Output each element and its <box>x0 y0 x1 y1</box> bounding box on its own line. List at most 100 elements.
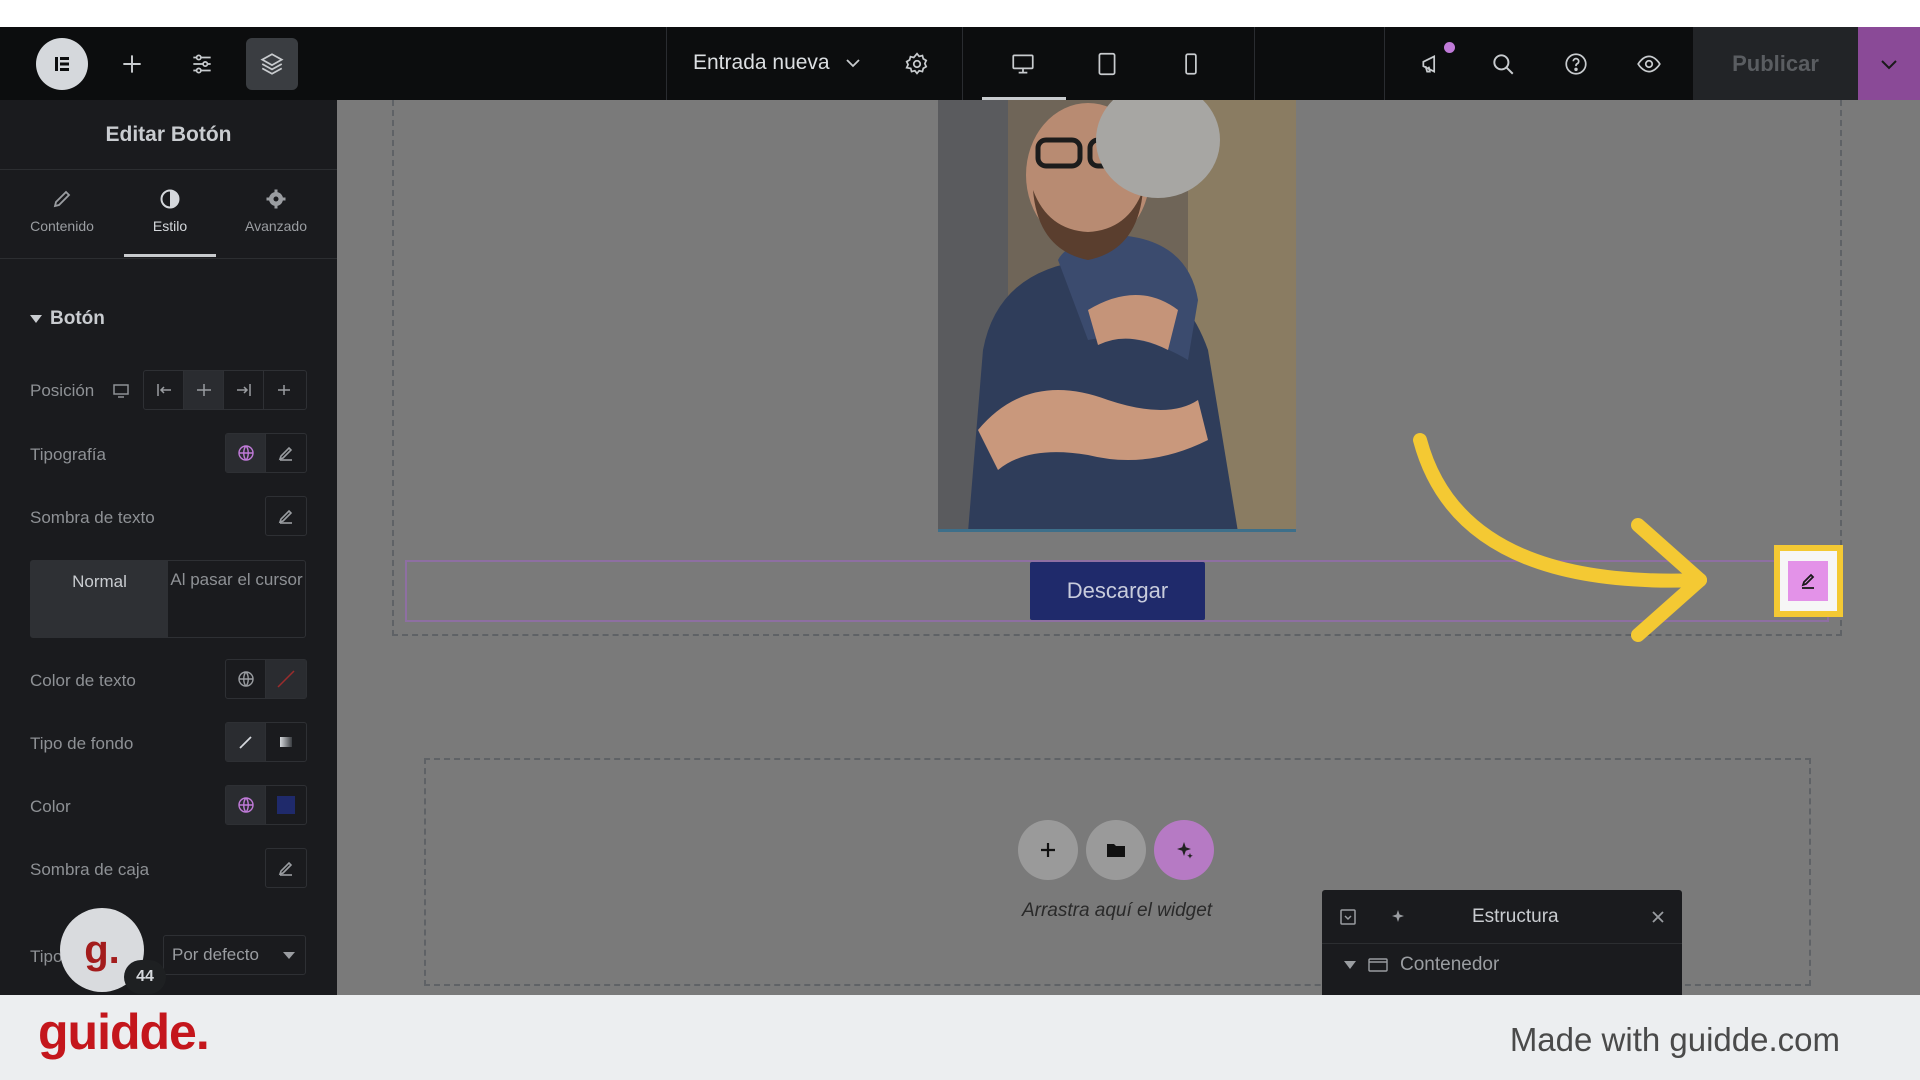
state-hover-tab[interactable]: Al pasar el cursor <box>168 561 305 637</box>
container-icon <box>1368 958 1388 972</box>
collapse-structure-icon[interactable] <box>1338 907 1358 932</box>
box-shadow-control <box>265 848 307 888</box>
color-swatch[interactable] <box>266 786 306 824</box>
plus-icon <box>1041 843 1055 857</box>
position-label-text: Posición <box>30 381 95 400</box>
descargar-button[interactable]: Descargar <box>1030 562 1205 620</box>
mobile-view-icon[interactable] <box>1172 45 1210 83</box>
active-tab-indicator <box>124 254 216 257</box>
caret-down-icon <box>1344 961 1356 969</box>
gradient-icon[interactable] <box>266 723 306 761</box>
typography-control <box>225 433 307 473</box>
position-label: Posición <box>30 381 94 401</box>
edit-widget-button[interactable] <box>1788 561 1828 601</box>
contrast-icon <box>160 189 180 209</box>
global-globe-icon[interactable] <box>226 660 266 698</box>
add-template-button[interactable] <box>1086 820 1146 880</box>
align-start-icon[interactable] <box>144 371 184 409</box>
color-control <box>225 785 307 825</box>
global-globe-icon[interactable] <box>226 786 266 824</box>
sparkle-icon <box>1177 842 1193 859</box>
structure-panel: Estructura Contenedor <box>1322 890 1682 995</box>
gear-icon <box>266 189 286 209</box>
notification-dot <box>1444 42 1455 53</box>
panel-title: Editar Botón <box>0 100 337 170</box>
text-color-control <box>225 659 307 699</box>
site-settings-icon[interactable] <box>183 45 221 83</box>
document-title[interactable]: Entrada nueva <box>693 51 862 75</box>
align-center-icon[interactable] <box>184 371 224 409</box>
align-stretch-icon[interactable] <box>264 371 304 409</box>
global-globe-icon[interactable] <box>226 434 266 472</box>
position-alignment-control <box>143 370 307 410</box>
add-section-button[interactable] <box>1018 820 1078 880</box>
tab-label: Avanzado <box>244 218 307 234</box>
pencil-icon <box>53 190 71 208</box>
page-settings-gear-icon[interactable] <box>898 45 936 83</box>
drop-zone-hint: Arrastra aquí el widget <box>1021 900 1213 921</box>
align-end-icon[interactable] <box>224 371 264 409</box>
structure-title: Estructura <box>1472 906 1559 927</box>
help-icon[interactable] <box>1557 45 1595 83</box>
tab-label: Contenido <box>30 218 94 234</box>
sparkle-icon[interactable] <box>1388 907 1408 932</box>
tab-estilo[interactable]: Estilo <box>116 188 224 234</box>
tab-label: Estilo <box>152 218 188 234</box>
section-boton-toggle[interactable]: Botón <box>30 308 105 330</box>
tablet-view-icon[interactable] <box>1088 45 1126 83</box>
section-title: Botón <box>50 308 105 329</box>
tutorial-arrow-icon <box>1413 433 1707 642</box>
color-label: Color <box>30 797 71 816</box>
guidde-footer: guidde. Made with guidde.com <box>0 995 1920 1080</box>
divider <box>666 27 667 100</box>
close-icon[interactable] <box>1648 907 1668 932</box>
background-type-label: Tipo de fondo <box>30 734 134 753</box>
brush-classic-icon[interactable] <box>226 723 266 761</box>
top-bar: Entrada nueva Publicar <box>0 27 1920 100</box>
tab-contenido[interactable]: Contenido <box>8 188 116 234</box>
layers-icon[interactable] <box>246 38 298 90</box>
edit-widget-highlight <box>1774 545 1843 617</box>
guidde-logo[interactable]: guidde. <box>38 1003 210 1061</box>
elementor-logo-icon[interactable] <box>36 38 88 90</box>
typography-label: Tipografía <box>30 445 106 464</box>
edit-pencil-icon[interactable] <box>266 434 306 472</box>
divider <box>1384 27 1385 100</box>
search-icon[interactable] <box>1484 45 1522 83</box>
ai-generate-button[interactable] <box>1154 820 1214 880</box>
edit-pencil-icon[interactable] <box>266 849 306 887</box>
avatar-badge: 44 <box>124 960 166 994</box>
publish-button[interactable]: Publicar <box>1693 27 1858 100</box>
state-normal-tab[interactable]: Normal <box>31 561 168 637</box>
document-title-text: Entrada nueva <box>693 51 830 74</box>
made-with-text: Made with guidde.com <box>1509 1021 1840 1058</box>
hug-photo <box>938 100 1296 529</box>
caret-down-icon <box>283 952 295 959</box>
state-toggle: Normal Al pasar el cursor <box>30 560 306 638</box>
structure-item-contenedor[interactable]: Contenedor <box>1344 954 1499 976</box>
type-select-value: Por defecto <box>172 945 259 964</box>
type-label: Tipo <box>30 947 63 966</box>
edit-pencil-icon[interactable] <box>266 497 306 535</box>
responsive-desktop-icon[interactable] <box>112 382 130 400</box>
folder-icon <box>1107 844 1125 857</box>
editor-panel: Editar Botón Contenido Estilo Avanzado B… <box>0 100 337 995</box>
preview-eye-icon[interactable] <box>1630 45 1668 83</box>
text-shadow-control <box>265 496 307 536</box>
image-widget[interactable] <box>938 100 1296 532</box>
color-swatch-empty[interactable] <box>266 660 306 698</box>
divider <box>1254 27 1255 100</box>
tab-avanzado[interactable]: Avanzado <box>222 188 330 234</box>
divider <box>962 27 963 100</box>
desktop-view-icon[interactable] <box>1004 45 1042 83</box>
caret-down-icon <box>30 315 42 323</box>
chevron-down-icon <box>845 59 860 68</box>
background-type-control <box>225 722 307 762</box>
add-element-icon[interactable] <box>113 45 151 83</box>
structure-header: Estructura <box>1322 890 1682 944</box>
structure-item-label: Contenedor <box>1400 954 1500 975</box>
type-select[interactable]: Por defecto <box>163 935 306 975</box>
text-shadow-label: Sombra de texto <box>30 508 155 527</box>
publish-options-button[interactable] <box>1858 27 1920 100</box>
pencil-icon <box>1801 573 1815 589</box>
